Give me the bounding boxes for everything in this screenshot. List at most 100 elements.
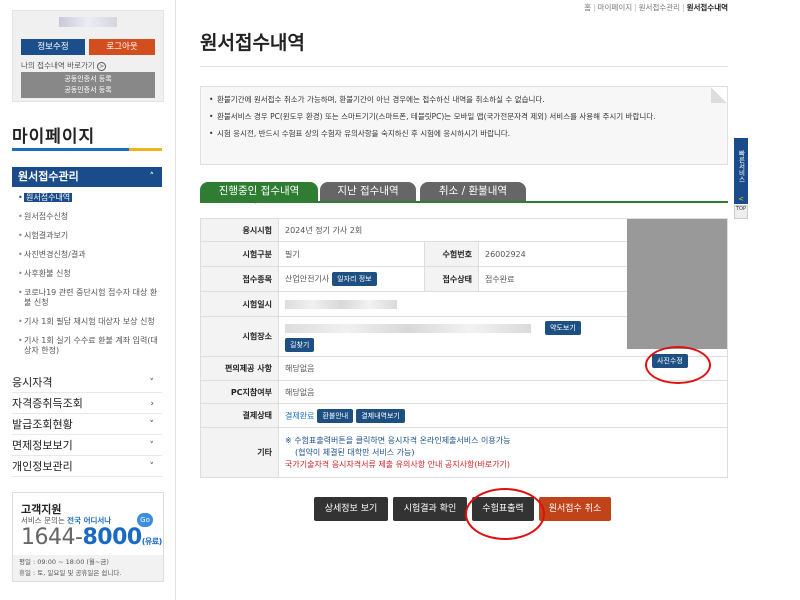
label-exam-place: 시험장소 — [200, 316, 279, 357]
payment-history-button[interactable]: 결제내역보기 — [356, 408, 405, 423]
submenu-item-post-refund[interactable]: 사후환불 신청 — [18, 269, 158, 279]
value-payment-cell: 결제완료 환불안내 결제내역보기 — [278, 403, 728, 428]
menu-application-management[interactable]: 원서접수관리 ˄ — [12, 167, 162, 187]
submenu-item-retest-compensation[interactable]: 기사 1회 필답 재시험 대상자 보상 신청 — [18, 317, 158, 327]
blurred-address — [285, 323, 531, 333]
highlight-circle — [645, 346, 711, 384]
value-payment: 결제완료 — [285, 411, 315, 420]
submenu-item-results[interactable]: 시험결과보기 — [18, 231, 158, 241]
chevron-right-icon: › — [150, 399, 154, 409]
value-etc: ※ 수험표출력버튼을 클릭하면 응시자격 온라인제출서비스 이용가능 (협약이 … — [278, 427, 728, 478]
label-exam-number: 수험번호 — [424, 241, 479, 267]
menu-issuance-status[interactable]: 발급조회현황 ˅ — [12, 415, 162, 435]
submenu-label: 사후환불 신청 — [24, 269, 71, 278]
breadcrumb-mypage[interactable]: 마이페이지 — [598, 3, 633, 12]
refund-guide-button[interactable]: 환불안내 — [317, 408, 354, 423]
directions-button[interactable]: 길찾기 — [285, 338, 315, 352]
menu-qualification[interactable]: 응시자격 ˅ — [12, 373, 162, 393]
notice-item: 시험 응시전, 반드시 수험표 상의 수험자 유의사항을 숙지하신 후 시험에 … — [209, 128, 719, 140]
job-info-button[interactable]: 일자리 정보 — [332, 272, 377, 286]
submenu-item-covid-refund[interactable]: 코로나19 관련 중단시험 접수자 대상 환불 신청 — [18, 288, 158, 308]
etc-line-1: ※ 수험표출력버튼을 클릭하면 응시자격 온라인제출서비스 이용가능 — [285, 435, 511, 445]
menu-personal-info[interactable]: 개인정보관리 ˅ — [12, 457, 162, 477]
submenu-label: 사진변경신청/결과 — [24, 250, 86, 259]
breadcrumb-home[interactable]: 홈 — [584, 3, 591, 12]
edit-info-button[interactable]: 정보수정 — [21, 39, 85, 55]
menu-exemption-info[interactable]: 면제정보보기 ˅ — [12, 436, 162, 456]
chevron-left-icon[interactable]: < — [734, 194, 748, 204]
label-convenience: 편의제공 사항 — [200, 356, 279, 381]
cs-phone-suffix: (유료) — [141, 537, 163, 546]
submenu-label: 기사 1회 필답 재시험 대상자 보상 신청 — [24, 317, 155, 326]
details-button[interactable]: 상세정보 보기 — [314, 497, 388, 521]
submenu-item-application-history[interactable]: 원서접수내역 — [18, 193, 158, 203]
applicant-photo — [627, 219, 727, 349]
chevron-up-icon: ˄ — [149, 172, 155, 182]
chevron-down-icon: ˅ — [149, 441, 155, 451]
etc-line-2: (협약이 체결된 대학만 서비스 가능) — [295, 447, 415, 457]
menu-label: 발급조회현황 — [12, 418, 73, 431]
shortcut-link[interactable]: 나의 접수내역 바로가기 > — [21, 60, 107, 71]
chevron-down-icon: ˅ — [149, 420, 155, 430]
menu-label: 응시자격 — [12, 376, 53, 389]
cs-subtitle-highlight: 전국 어디서나 — [67, 516, 112, 525]
mypage-title: 마이페이지 — [12, 127, 96, 147]
blurred-date — [285, 299, 397, 309]
submenu-item-fee-refund-account[interactable]: 기사 1회 실기 수수료 환불 계좌 입력(대상자 한정) — [18, 336, 158, 356]
menu-label: 면제정보보기 — [12, 439, 73, 452]
scroll-top-button[interactable]: TOP — [734, 205, 748, 219]
tab-underline — [200, 201, 728, 203]
cs-hours-holiday: 휴일 : 토, 일요일 및 공휴일은 쉽니다. — [19, 569, 122, 577]
submenu-item-photo-change[interactable]: 사진변경신청/결과 — [18, 250, 158, 260]
chevron-down-icon: ˅ — [253, 201, 257, 210]
submenu-label: 원서접수신청 — [24, 212, 69, 221]
notice-item: 환불기간에 원서접수 취소가 가능하며, 환불기간이 아닌 경우에는 접수하신 … — [209, 94, 719, 106]
submenu-item-apply[interactable]: 원서접수신청 — [18, 212, 158, 222]
user-name-blurred — [59, 17, 117, 27]
cert-line-2: 공동인증서 등록 — [64, 86, 112, 94]
value-item: 산업안전기사 — [285, 274, 330, 284]
submenu-label: 기사 1회 실기 수수료 환불 계좌 입력(대상자 한정) — [24, 336, 158, 355]
cert-line-1: 공동인증서 등록 — [64, 75, 112, 83]
shortcut-label: 나의 접수내역 바로가기 — [21, 61, 95, 70]
menu-label: 개인정보관리 — [12, 460, 73, 473]
submenu-list: 원서접수내역 원서접수신청 시험결과보기 사진변경신청/결과 사후환불 신청 코… — [18, 193, 158, 365]
menu-license-lookup[interactable]: 자격증취득조회 › — [12, 394, 162, 414]
arrow-right-icon: > — [97, 62, 107, 71]
cs-phone-a: 1644 — [21, 525, 76, 550]
label-status: 접수상태 — [424, 266, 479, 292]
logout-button[interactable]: 로그아웃 — [89, 39, 155, 55]
label-item: 접수종목 — [200, 266, 279, 292]
title-divider — [200, 66, 728, 67]
label-etc: 기타 — [200, 427, 279, 478]
label-pc: PC지참여부 — [200, 380, 279, 404]
submenu-label: 코로나19 관련 중단시험 접수자 대상 환불 신청 — [24, 288, 158, 307]
notice-item: 환불서비스 경우 PC(윈도우 환경) 또는 스마트기기(스마트폰, 테블릿PC… — [209, 111, 719, 123]
breadcrumb-application[interactable]: 원서접수관리 — [639, 3, 680, 12]
map-button[interactable]: 약도보기 — [545, 321, 581, 335]
sidebar: 정보수정 로그아웃 나의 접수내역 바로가기 > 공동인증서 등록 공동인증서 … — [0, 0, 176, 600]
certificate-register-button[interactable]: 공동인증서 등록 공동인증서 등록 — [21, 72, 155, 98]
exam-result-button[interactable]: 시험결과 확인 — [393, 497, 467, 521]
breadcrumb-current: 원서접수내역 — [686, 3, 728, 12]
cs-phone: 1644-8000(유료) — [21, 525, 162, 550]
menu-label: 자격증취득조회 — [12, 397, 83, 410]
value-pc: 해당없음 — [278, 380, 728, 404]
highlight-circle — [465, 488, 545, 540]
cs-phone-b: 8000 — [82, 525, 142, 550]
value-exam-type: 필기 — [278, 241, 425, 267]
menu-label: 원서접수관리 — [18, 170, 79, 183]
quick-service-tab[interactable]: 빠른서비스 — [734, 138, 748, 194]
customer-support-box: 고객지원 서비스 문의는 전국 어디서나 Go 1644-8000(유료) 평일… — [12, 492, 164, 582]
cancel-application-button[interactable]: 원서접수 취소 — [539, 497, 611, 521]
label-exam-date: 시험일시 — [200, 291, 279, 317]
cs-hours: 평일 : 09:00 ~ 18:00 (월~금) 휴일 : 토, 일요일 및 공… — [13, 555, 163, 581]
submenu-label: 시험결과보기 — [24, 231, 69, 240]
tab-current-applications[interactable]: 진행중인 접수내역 — [200, 182, 318, 201]
label-exam-type: 시험구분 — [200, 241, 279, 267]
etc-notice-link[interactable]: 국가기술자격 응시자격서류 제출 유의사항 안내 공지사항(바로가기) — [285, 459, 721, 471]
label-exam-session: 응시시험 — [200, 218, 279, 242]
tab-past-applications[interactable]: 지난 접수내역 — [320, 182, 416, 201]
label-payment: 결제상태 — [200, 403, 279, 428]
tab-cancel-refund[interactable]: 취소 / 환불내역 — [420, 182, 526, 201]
